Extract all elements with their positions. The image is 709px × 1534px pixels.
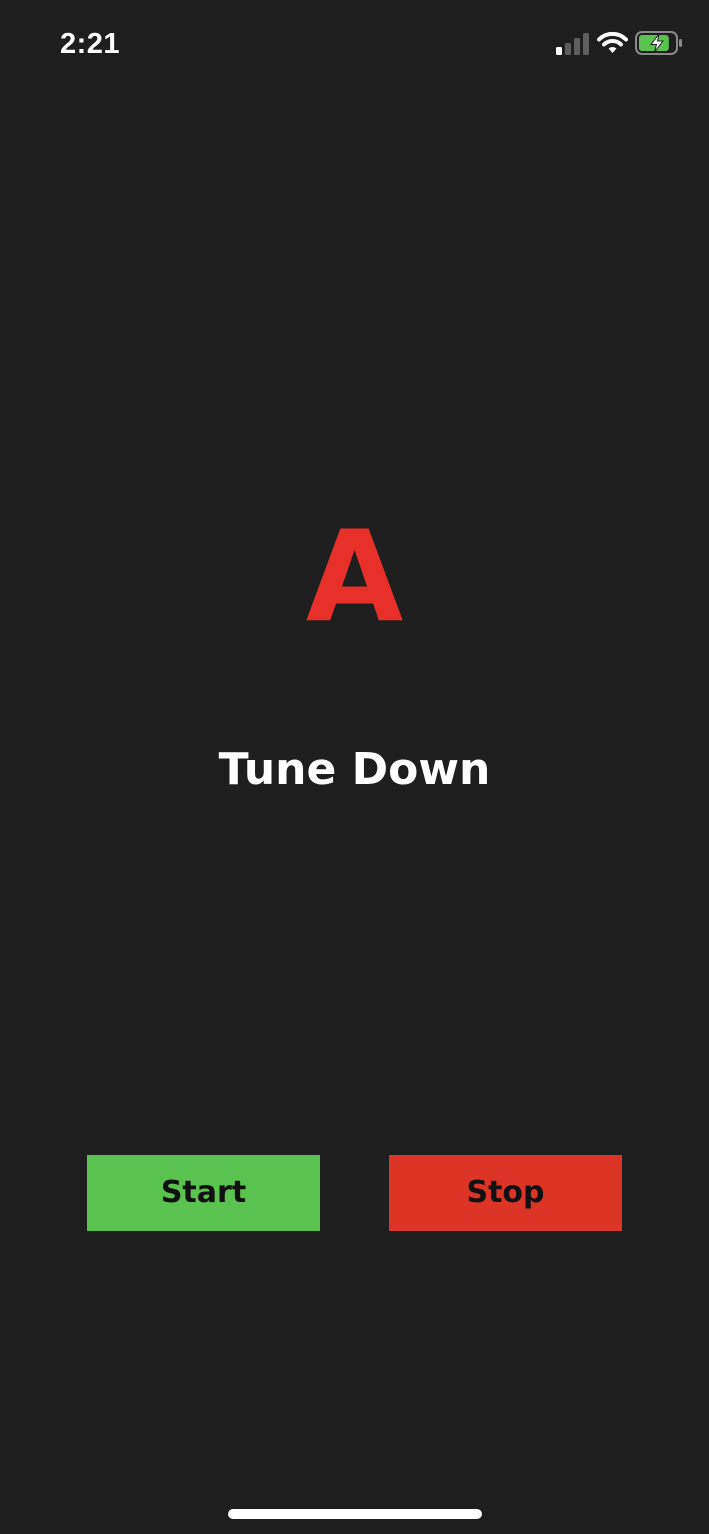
stop-button[interactable]: Stop [389, 1155, 622, 1231]
tuned-note: A [305, 503, 404, 650]
signal-bar-1 [556, 47, 562, 55]
signal-bar-3 [574, 38, 580, 55]
home-indicator[interactable] [228, 1509, 482, 1519]
wifi-icon [597, 31, 628, 53]
battery-charging-icon [635, 31, 682, 55]
signal-bar-4 [583, 33, 589, 55]
status-bar: 2:21 [0, 0, 709, 90]
cellular-signal-icon [556, 33, 589, 55]
start-button[interactable]: Start [87, 1155, 320, 1231]
signal-bar-2 [565, 43, 571, 55]
tuning-instruction: Tune Down [218, 744, 491, 795]
status-time: 2:21 [60, 28, 121, 60]
